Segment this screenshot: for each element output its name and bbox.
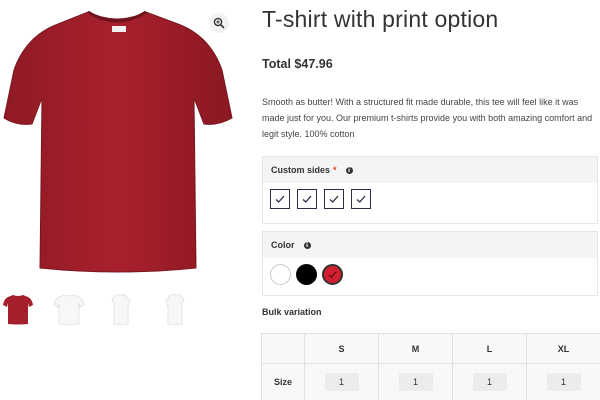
qty-cell-m [378, 363, 453, 400]
side-checkbox-2[interactable] [297, 189, 317, 209]
color-header: Color i [263, 232, 597, 258]
side-checkbox-3[interactable] [324, 189, 344, 209]
product-main-image [0, 0, 236, 282]
color-swatch-black[interactable] [296, 264, 317, 285]
thumbnail-white-side-2[interactable] [158, 289, 190, 327]
price-label: Total [262, 57, 291, 71]
checkmark-icon [275, 195, 285, 203]
side-checkbox-4[interactable] [351, 189, 371, 209]
product-description: Smooth as butter! With a structured fit … [262, 97, 593, 139]
checkmark-icon [302, 195, 312, 203]
thumbnail-strip [0, 289, 236, 329]
custom-sides-panel: Custom sides * i [262, 156, 598, 224]
color-swatch-red[interactable] [322, 264, 343, 285]
quantity-input-m[interactable] [398, 373, 433, 391]
color-label: Color [271, 240, 295, 250]
checkmark-icon [356, 195, 366, 203]
column-header-m: M [378, 333, 453, 364]
column-header-s: S [304, 333, 379, 364]
column-header-xl: XL [526, 333, 600, 364]
qty-cell-s [304, 363, 379, 400]
checkmark-icon [329, 195, 339, 203]
bulk-variation-label: Bulk variation [262, 307, 322, 317]
bulk-variation-table: S M L XL Size [261, 333, 600, 400]
color-panel: Color i [262, 231, 598, 296]
quantity-input-xl[interactable] [546, 373, 581, 391]
custom-sides-label: Custom sides [271, 165, 331, 175]
zoom-in-icon [213, 17, 225, 29]
qty-cell-l [452, 363, 527, 400]
required-mark: * [333, 165, 337, 175]
info-icon[interactable]: i [303, 241, 311, 249]
qty-cell-xl [526, 363, 600, 400]
zoom-button[interactable] [209, 13, 229, 33]
table-row: Size [261, 363, 600, 400]
thumbnail-white-front[interactable] [53, 289, 85, 327]
table-corner-cell [261, 333, 305, 364]
red-tshirt-image [3, 10, 233, 273]
quantity-input-l[interactable] [472, 373, 507, 391]
thumbnail-white-side[interactable] [106, 289, 138, 327]
custom-sides-header: Custom sides * i [263, 157, 597, 183]
price-value: $47.96 [294, 57, 333, 71]
color-swatch-white[interactable] [270, 264, 291, 285]
row-label-size: Size [261, 363, 305, 400]
checkmark-icon [328, 271, 337, 279]
thumbnail-red-tshirt[interactable] [2, 289, 34, 327]
price-total: Total $47.96 [262, 57, 333, 71]
side-checkbox-1[interactable] [270, 189, 290, 209]
info-icon[interactable]: i [345, 166, 353, 174]
column-header-l: L [452, 333, 527, 364]
product-title: T-shirt with print option [262, 6, 499, 32]
quantity-input-s[interactable] [324, 373, 359, 391]
table-header-row: S M L XL [261, 333, 600, 364]
